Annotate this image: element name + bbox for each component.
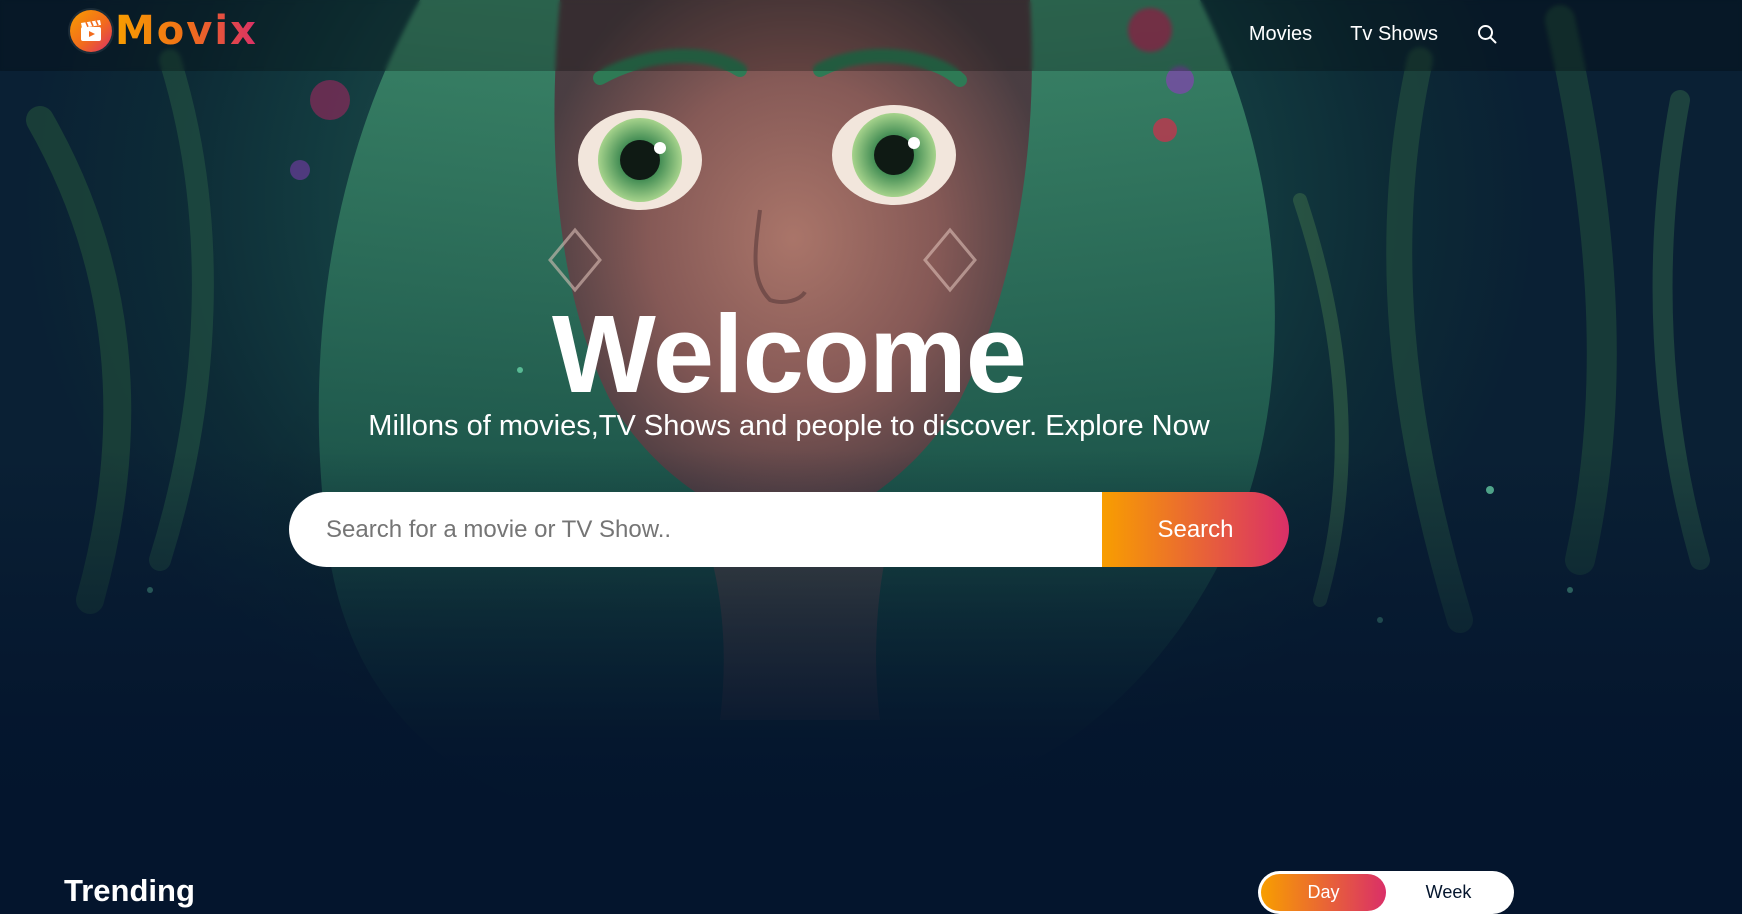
hero-search-bar: Search [289,492,1289,567]
clapperboard-icon [70,10,112,52]
nav-item-movies[interactable]: Movies [1249,23,1312,46]
tab-day[interactable]: Day [1261,874,1386,911]
hero-section: Welcome Millons of movies,TV Shows and p… [0,0,1742,810]
hero-title: Welcome [552,293,1027,416]
trending-switch: Day Week [1258,871,1514,914]
main-nav: Movies Tv Shows [1211,0,1498,68]
brand-name: Movix [115,8,258,54]
search-icon[interactable] [1476,23,1498,45]
search-button[interactable]: Search [1102,492,1289,567]
search-input[interactable] [289,492,1102,567]
hero-subtitle: Millons of movies,TV Shows and people to… [368,410,1210,442]
trending-title: Trending [64,873,195,908]
app-page: Movix Movies Tv Shows Welcome Millons of… [0,0,1742,914]
tab-week[interactable]: Week [1386,874,1511,911]
top-header: Movix Movies Tv Shows [0,0,1742,71]
nav-item-tv-shows[interactable]: Tv Shows [1350,23,1438,46]
brand-logo[interactable]: Movix [70,10,258,52]
